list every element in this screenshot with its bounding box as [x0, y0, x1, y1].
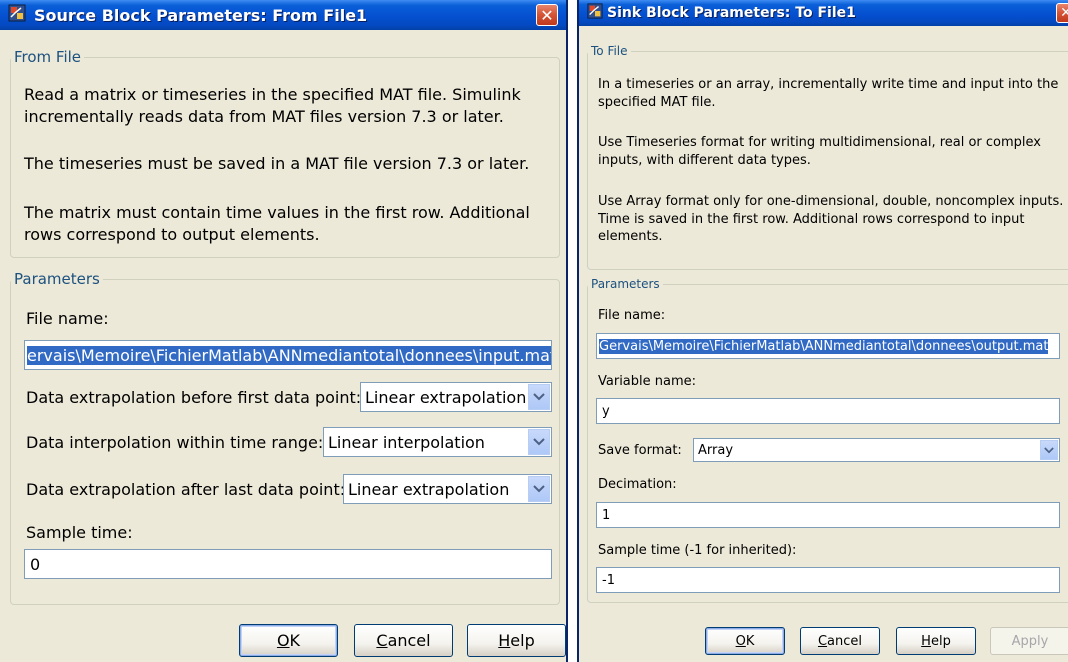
file-name-label: File name:: [26, 309, 109, 328]
apply-button[interactable]: Apply: [990, 627, 1068, 655]
help-mnemonic: H: [921, 633, 931, 649]
interpolation-value: Linear interpolation: [328, 432, 485, 452]
cancel-mnemonic: C: [817, 633, 828, 649]
title-bar[interactable]: Sink Block Parameters: To File1 ✕: [579, 0, 1068, 26]
source-block-parameters-dialog: Source Block Parameters: From File1 ✕ Fr…: [0, 0, 568, 662]
ok-mnemonic: O: [276, 631, 290, 650]
chevron-down-icon[interactable]: [1040, 440, 1058, 460]
to-file-group-title: To File: [591, 44, 628, 58]
description-paragraph-1: In a timeseries or an array, incremental…: [598, 77, 1059, 110]
description-paragraph-3: The matrix must contain time values in t…: [24, 203, 530, 244]
file-name-label: File name:: [598, 308, 666, 323]
description-paragraph-1: Read a matrix or timeseries in the speci…: [24, 85, 521, 126]
help-mnemonic: H: [498, 631, 511, 650]
ok-label-rest: K: [289, 631, 301, 650]
help-label-rest: elp: [510, 631, 535, 650]
file-name-value: ervais\Memoire\FichierMatlab\ANNmedianto…: [27, 345, 551, 365]
decimation-input[interactable]: 1: [596, 502, 1060, 528]
extrapolation-before-label: Data extrapolation before first data poi…: [26, 388, 362, 407]
cancel-mnemonic: C: [376, 631, 388, 650]
sample-time-input[interactable]: -1: [596, 567, 1060, 593]
sink-block-parameters-dialog: Sink Block Parameters: To File1 ✕ To Fil…: [577, 0, 1068, 662]
window-title: Sink Block Parameters: To File1: [607, 5, 856, 21]
cancel-button[interactable]: Cancel: [800, 627, 880, 655]
extrapolation-before-select[interactable]: Linear extrapolation: [360, 382, 552, 412]
ok-mnemonic: O: [735, 633, 746, 649]
from-file-group-title: From File: [14, 48, 82, 66]
window-title: Source Block Parameters: From File1: [34, 5, 368, 25]
title-bar[interactable]: Source Block Parameters: From File1 ✕: [0, 0, 566, 30]
decimation-value: 1: [602, 507, 611, 523]
close-icon: ✕: [540, 5, 554, 25]
chevron-down-icon[interactable]: [528, 384, 550, 410]
parameters-group-title: Parameters: [14, 270, 100, 288]
save-format-label: Save format:: [598, 443, 682, 458]
sample-time-value: -1: [602, 572, 615, 588]
file-name-value: Gervais\Memoire\FichierMatlab\ANNmediant…: [599, 338, 1049, 354]
close-icon: ✕: [1060, 5, 1068, 21]
cancel-label-rest: ancel: [387, 631, 431, 650]
description-paragraph-2: Use Timeseries format for writing multid…: [598, 135, 1041, 168]
variable-name-input[interactable]: y: [596, 398, 1060, 424]
interpolation-label: Data interpolation within time range:: [26, 433, 324, 452]
interpolation-select[interactable]: Linear interpolation: [323, 427, 552, 457]
save-format-value: Array: [698, 442, 734, 458]
description-paragraph-2: The timeseries must be saved in a MAT fi…: [24, 154, 530, 173]
simulink-app-icon: [8, 4, 26, 26]
cancel-label-rest: ancel: [827, 633, 863, 649]
file-name-input[interactable]: Gervais\Memoire\FichierMatlab\ANNmediant…: [596, 333, 1060, 359]
simulink-app-icon: [587, 3, 603, 23]
ok-button[interactable]: OK: [705, 627, 785, 655]
apply-label: Apply: [1011, 633, 1049, 649]
extrapolation-before-value: Linear extrapolation: [365, 387, 527, 407]
cancel-button[interactable]: Cancel: [354, 624, 453, 657]
chevron-down-icon[interactable]: [528, 476, 550, 502]
chevron-down-icon[interactable]: [528, 429, 550, 455]
extrapolation-after-value: Linear extrapolation: [348, 479, 510, 499]
extrapolation-after-label: Data extrapolation after last data point…: [26, 480, 346, 499]
variable-name-value: y: [602, 403, 610, 419]
ok-button[interactable]: OK: [239, 624, 338, 657]
close-button[interactable]: ✕: [1056, 3, 1068, 23]
help-label-rest: elp: [930, 633, 951, 649]
sample-time-value: 0: [30, 554, 41, 574]
parameters-group-title: Parameters: [591, 277, 660, 291]
sample-time-label: Sample time:: [26, 523, 133, 542]
help-button[interactable]: Help: [467, 624, 566, 657]
help-button[interactable]: Help: [896, 627, 976, 655]
variable-name-label: Variable name:: [598, 374, 697, 389]
sample-time-input[interactable]: 0: [24, 549, 552, 579]
sample-time-label: Sample time (-1 for inherited):: [598, 543, 797, 558]
ok-label-rest: K: [745, 633, 755, 649]
decimation-label: Decimation:: [598, 477, 677, 492]
file-name-input[interactable]: ervais\Memoire\FichierMatlab\ANNmedianto…: [24, 340, 552, 370]
description-paragraph-3: Use Array format only for one-dimensiona…: [598, 194, 1064, 245]
extrapolation-after-select[interactable]: Linear extrapolation: [343, 474, 552, 504]
save-format-select[interactable]: Array: [693, 438, 1060, 462]
close-button[interactable]: ✕: [536, 4, 558, 26]
